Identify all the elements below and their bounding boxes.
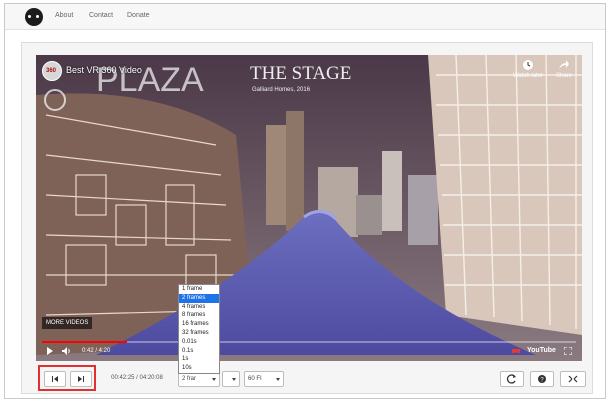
channel-avatar[interactable]: 360 (42, 61, 62, 81)
refresh-icon (506, 374, 516, 384)
youtube-logo[interactable]: YouTube (527, 347, 556, 354)
dropdown-option[interactable]: 10s (179, 364, 219, 373)
scene-stage-text: THE STAGE (250, 63, 351, 84)
dropdown-option[interactable]: 4 frames (179, 303, 219, 312)
help-button[interactable]: ? (530, 371, 554, 387)
chevron-down-icon (276, 378, 280, 381)
top-navbar: About Contact Donate (5, 4, 605, 30)
volume-icon[interactable] (62, 347, 72, 355)
nav-link-about[interactable]: About (55, 12, 73, 19)
video-title[interactable]: Best VR 360 Video (66, 65, 142, 75)
clock-icon (523, 60, 533, 70)
player-panel: PLAZA THE STAGE Galliard Homes, 2016 360… (21, 42, 593, 394)
vr-navigation-icon[interactable] (44, 89, 66, 111)
site-logo-icon[interactable] (25, 8, 43, 26)
fullscreen-button[interactable] (560, 371, 586, 387)
vr-headset-icon[interactable] (512, 347, 520, 355)
nav-link-donate[interactable]: Donate (127, 12, 150, 19)
fps-select[interactable]: 60 FI (244, 371, 284, 387)
dropdown-option[interactable]: 1s (179, 355, 219, 364)
timecode-field[interactable]: 00:42:25 / 04:20:08 (104, 371, 170, 387)
refresh-button[interactable] (500, 371, 524, 387)
fullscreen-icon (568, 375, 578, 383)
more-videos-button[interactable]: MORE VIDEOS (42, 317, 93, 329)
fullscreen-player-icon[interactable] (564, 347, 572, 355)
step-forward-icon (78, 376, 84, 382)
play-icon[interactable] (46, 347, 54, 355)
progress-fill (42, 341, 128, 343)
nav-link-contact[interactable]: Contact (89, 12, 113, 19)
video-frame-scene: PLAZA THE STAGE Galliard Homes, 2016 (36, 55, 582, 361)
secondary-select[interactable] (222, 371, 240, 387)
step-forward-button[interactable] (70, 371, 92, 387)
step-back-icon (52, 376, 58, 382)
scene-developer-text: Galliard Homes, 2016 (252, 87, 311, 93)
video-player[interactable]: PLAZA THE STAGE Galliard Homes, 2016 360… (36, 55, 582, 361)
dropdown-option[interactable]: 0.1s (179, 347, 219, 356)
step-size-dropdown[interactable]: 1 frame 2 frames 4 frames 8 frames 16 frames… (178, 284, 220, 374)
chevron-down-icon (232, 378, 236, 381)
step-back-button[interactable] (44, 371, 66, 387)
watch-later-button[interactable]: Watch later (510, 59, 546, 79)
video-time-display: 0:42 / 4:20 (82, 348, 111, 354)
screenshot-frame: About Contact Donate PLAZA THE STAGE Gal… (4, 3, 606, 399)
help-icon: ? (538, 375, 546, 383)
dropdown-option[interactable]: 8 frames (179, 311, 219, 320)
dropdown-option[interactable]: 1 frame (179, 285, 219, 294)
share-button[interactable]: Share (546, 59, 582, 79)
video-progress-bar[interactable] (42, 341, 576, 343)
dropdown-option[interactable]: 2 frames (179, 293, 219, 303)
share-icon (559, 60, 569, 69)
dropdown-option[interactable]: 0.01s (179, 338, 219, 347)
dropdown-option[interactable]: 32 frames (179, 329, 219, 338)
dropdown-option[interactable]: 16 frames (179, 320, 219, 329)
chevron-down-icon (212, 378, 216, 381)
